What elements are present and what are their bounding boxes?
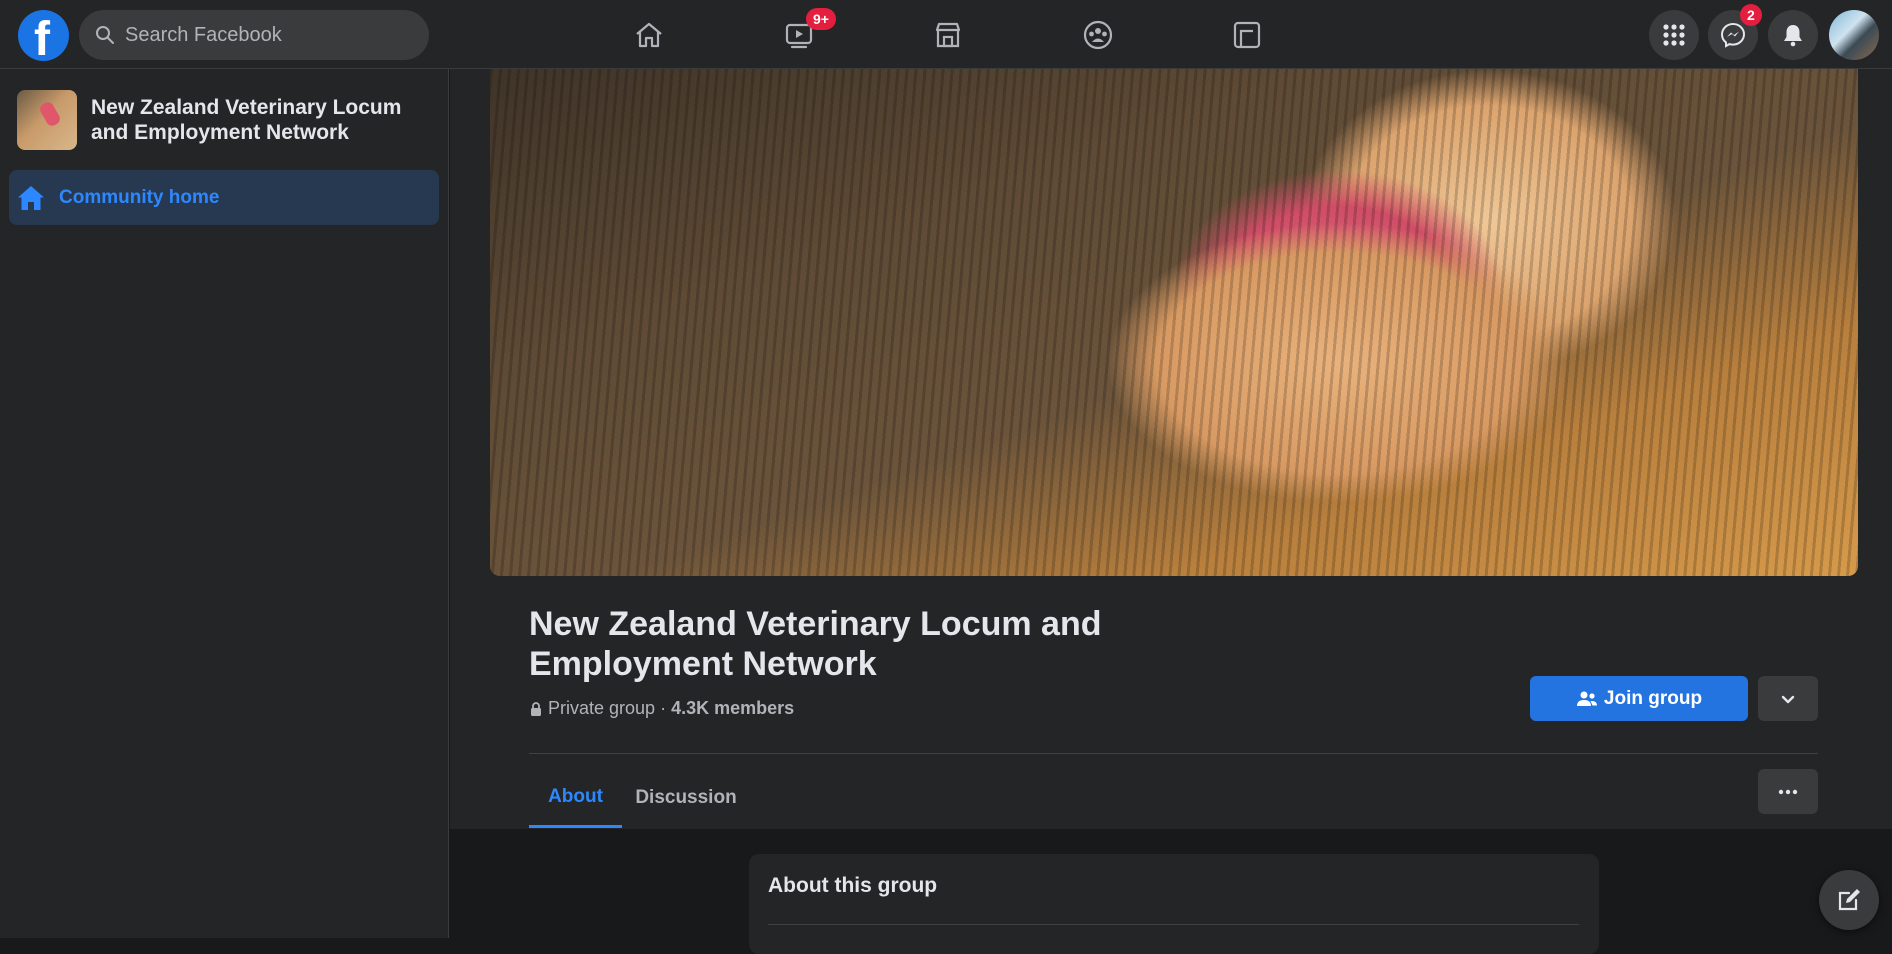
cover-photo-texture	[490, 69, 1858, 576]
messenger-icon	[1720, 22, 1746, 48]
tab-label: About	[548, 785, 603, 807]
left-sidebar: New Zealand Veterinary Locum and Employm…	[0, 69, 449, 938]
join-group-button[interactable]: Join group	[1530, 676, 1748, 721]
join-group-label: Join group	[1603, 687, 1703, 709]
sidebar-item-label: Community home	[59, 186, 220, 208]
account-avatar[interactable]	[1829, 10, 1879, 60]
header-divider	[529, 753, 1818, 754]
grid-menu-icon	[1663, 24, 1685, 46]
nav-home[interactable]	[626, 14, 672, 56]
groups-icon	[1083, 20, 1113, 50]
chevron-down-icon	[1781, 695, 1795, 703]
group-privacy: Private group	[548, 698, 656, 718]
about-card-divider	[768, 924, 1579, 925]
nav-watch[interactable]: 9+	[776, 8, 836, 56]
notifications-button[interactable]	[1768, 10, 1818, 60]
nav-gaming[interactable]	[1224, 14, 1270, 56]
sidebar-item-community-home[interactable]: Community home	[9, 170, 439, 225]
messenger-button[interactable]: 2	[1708, 4, 1762, 60]
home-icon	[636, 22, 662, 48]
group-title: New Zealand Veterinary Locum and Employm…	[529, 605, 1102, 683]
ellipsis-icon	[1778, 789, 1798, 794]
bell-icon	[1784, 25, 1802, 47]
about-group-card: About this group	[749, 854, 1599, 954]
sidebar-group-name: New Zealand Veterinary Locum and Employm…	[91, 96, 402, 144]
people-add-icon	[1576, 691, 1597, 706]
group-thumbnail	[17, 90, 77, 150]
search-box[interactable]	[79, 10, 429, 60]
watch-notification-badge: 9+	[806, 8, 836, 30]
top-navigation-bar: f 9+ 2	[0, 0, 1892, 69]
group-meta: Private group · 4.3K members	[530, 698, 794, 719]
menu-button[interactable]	[1649, 10, 1699, 60]
messenger-notification-badge: 2	[1740, 4, 1762, 26]
lock-icon	[531, 701, 541, 716]
about-card-title: About this group	[768, 874, 938, 897]
tab-discussion[interactable]: Discussion	[630, 768, 742, 828]
more-options-button[interactable]	[1758, 769, 1818, 814]
marketplace-store-icon	[935, 22, 961, 48]
gaming-icon	[1233, 21, 1261, 49]
group-member-count[interactable]: 4.3K members	[671, 698, 794, 719]
nav-marketplace[interactable]	[925, 14, 971, 56]
new-message-button[interactable]	[1819, 870, 1879, 930]
facebook-logo-letter: f	[34, 13, 50, 62]
search-input[interactable]	[125, 23, 405, 47]
tab-label: Discussion	[635, 787, 737, 808]
compose-icon	[1838, 889, 1860, 911]
nav-groups[interactable]	[1075, 14, 1121, 56]
tab-about[interactable]: About	[529, 768, 622, 828]
meta-separator: ·	[655, 698, 672, 718]
group-cover-photo[interactable]	[490, 69, 1858, 576]
group-options-dropdown[interactable]	[1758, 676, 1818, 721]
sidebar-group-header[interactable]: New Zealand Veterinary Locum and Employm…	[17, 90, 411, 150]
search-icon	[96, 26, 114, 44]
facebook-logo[interactable]: f	[18, 10, 69, 61]
home-icon	[18, 185, 44, 210]
